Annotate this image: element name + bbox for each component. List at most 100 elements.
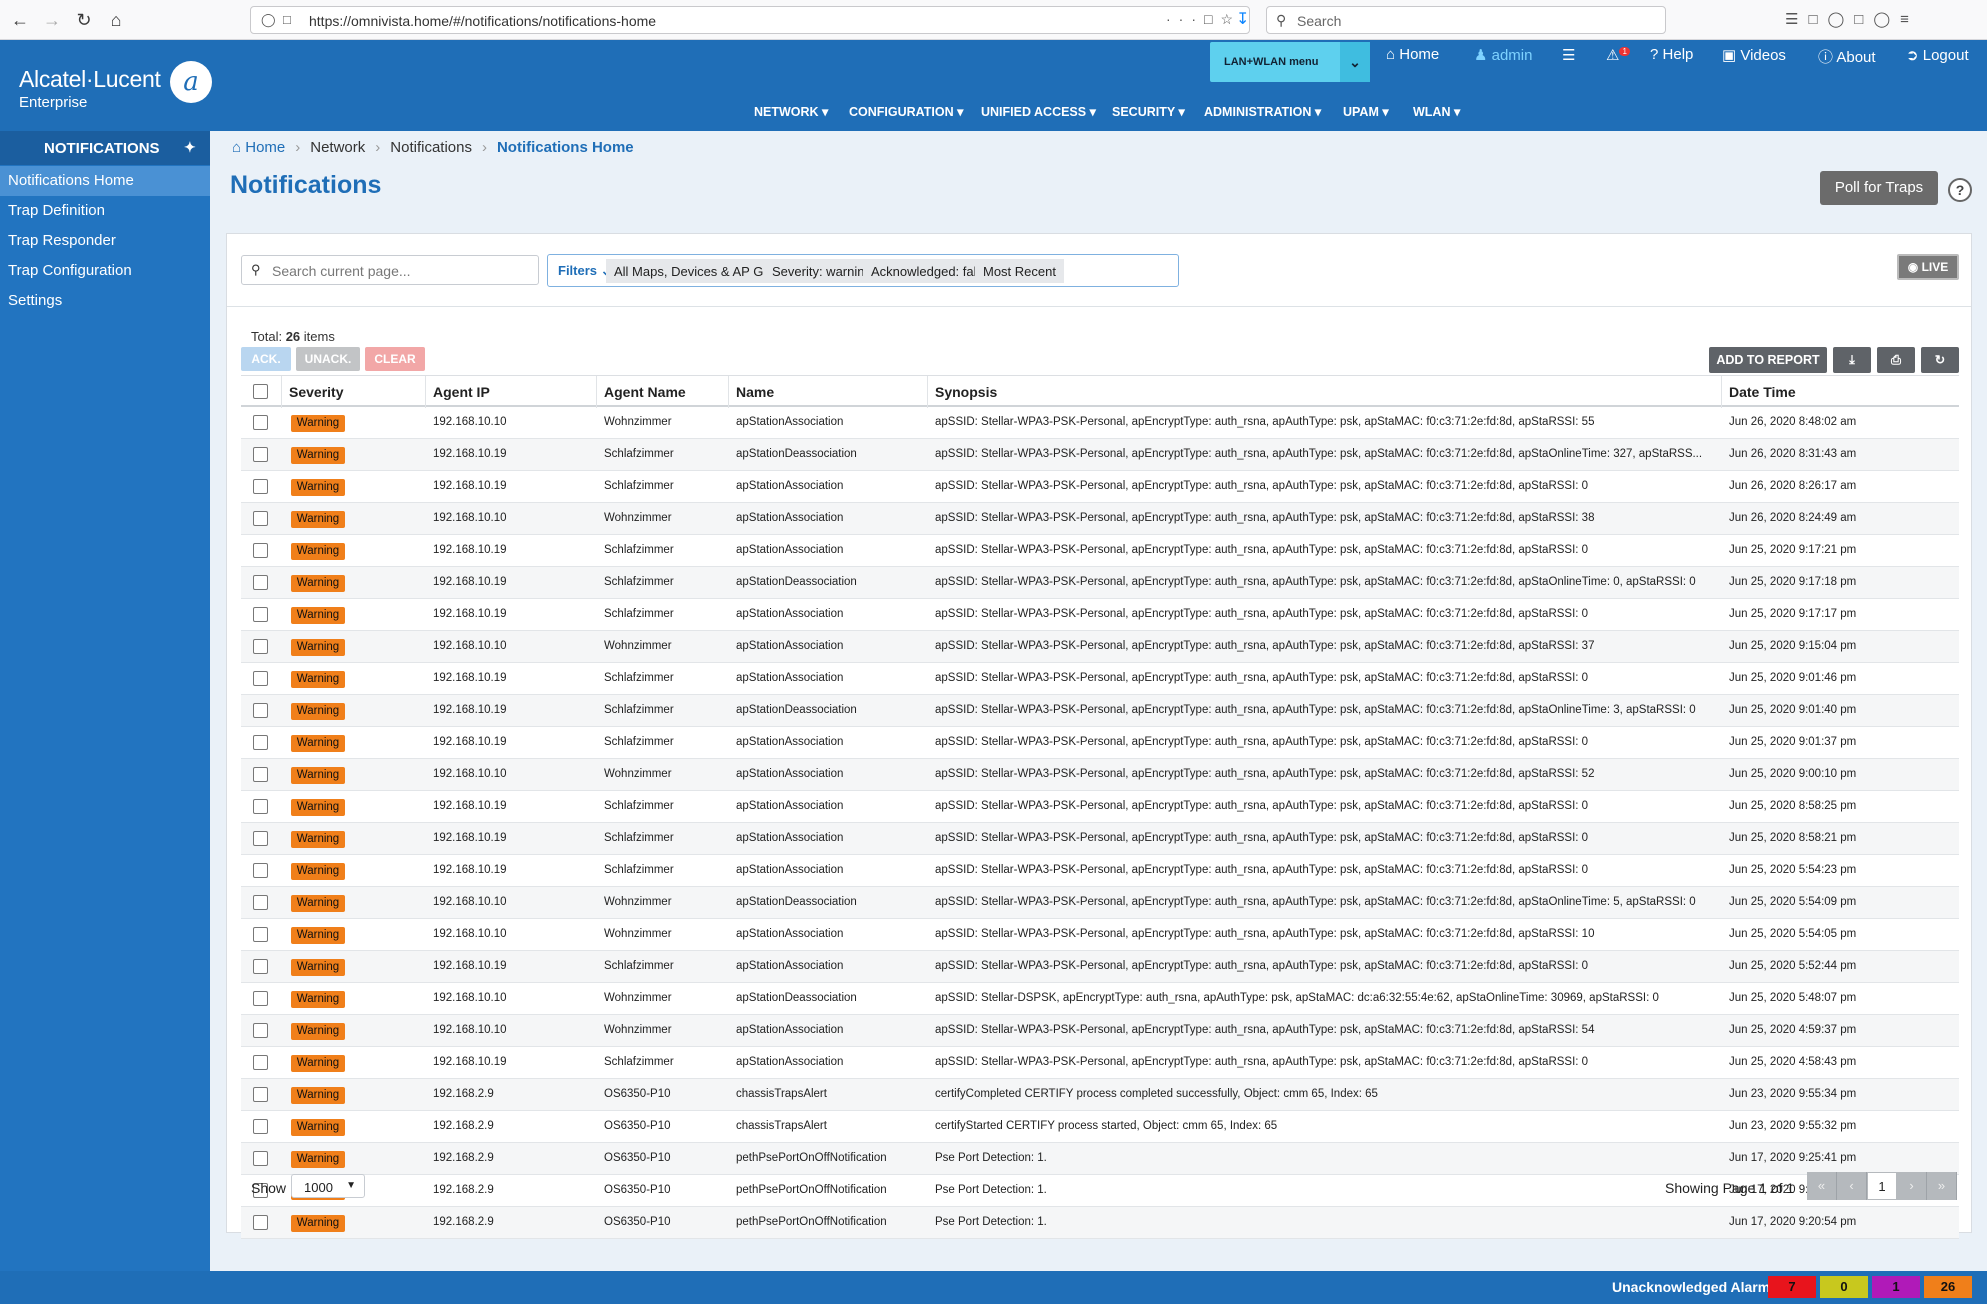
list-icon[interactable]: ☰ [1562,46,1575,64]
filters-bar[interactable]: Filters ⌄ All Maps, Devices & AP Groups … [547,254,1179,287]
row-checkbox[interactable] [253,543,268,558]
menu-configuration[interactable]: CONFIGURATION ▾ [849,104,963,119]
lan-wlan-menu-button[interactable]: LAN+WLAN menu ⌄ [1210,42,1370,82]
column-agent-name[interactable]: Agent Name [604,384,686,400]
first-page-icon[interactable]: « [1807,1172,1837,1200]
row-checkbox[interactable] [253,703,268,718]
videos-link[interactable]: ▣ Videos [1722,46,1786,64]
table-row[interactable]: Warning 192.168.10.10 Wohnzimmer apStationA… [241,919,1959,951]
search-input[interactable]: ⚲ Search current page... [241,255,539,285]
row-checkbox[interactable] [253,1119,268,1134]
table-row[interactable]: Warning 192.168.10.19 Schlafzimmer apStatio… [241,439,1959,471]
row-checkbox[interactable] [253,1055,268,1070]
ack-button[interactable]: ACK. [241,347,291,371]
table-row[interactable]: Warning 192.168.2.9 OS6350-P10 chassisTraps… [241,1079,1959,1111]
home-icon[interactable]: ⌂ [104,8,128,32]
filter-chip-most-recent[interactable]: Most Recent [975,259,1064,283]
prev-page-icon[interactable]: ‹ [1837,1172,1867,1200]
row-checkbox[interactable] [253,1023,268,1038]
breadcrumb-network[interactable]: Network [310,139,365,156]
pin-icon[interactable]: ✦ [184,139,196,156]
back-icon[interactable]: ← [8,8,32,32]
table-row[interactable]: Warning 192.168.10.19 Schlafzimmer apStatio… [241,663,1959,695]
table-row[interactable]: Warning 192.168.10.19 Schlafzimmer apStatio… [241,567,1959,599]
home-link[interactable]: ⌂ Home [1386,46,1439,63]
clear-button[interactable]: CLEAR [365,347,425,371]
row-checkbox[interactable] [253,575,268,590]
row-checkbox[interactable] [253,895,268,910]
table-row[interactable]: Warning 192.168.10.10 Wohnzimmer apStationD… [241,887,1959,919]
menu-security[interactable]: SECURITY ▾ [1112,104,1185,119]
browser-tools-icons[interactable]: ☰□◯□◯≡ [1785,10,1919,28]
table-row[interactable]: Warning 192.168.10.19 Schlafzimmer apStatio… [241,535,1959,567]
table-row[interactable]: Warning 192.168.10.19 Schlafzimmer apStatio… [241,695,1959,727]
table-row[interactable]: Warning 192.168.10.10 Wohnzimmer apStationA… [241,1015,1959,1047]
row-checkbox[interactable] [253,607,268,622]
row-checkbox[interactable] [253,511,268,526]
column-agent-ip[interactable]: Agent IP [433,384,490,400]
row-checkbox[interactable] [253,639,268,654]
table-row[interactable]: Warning 192.168.10.19 Schlafzimmer apStatio… [241,599,1959,631]
row-checkbox[interactable] [253,1215,268,1230]
menu-unified-access[interactable]: UNIFIED ACCESS ▾ [981,104,1096,119]
row-checkbox[interactable] [253,959,268,974]
row-checkbox[interactable] [253,991,268,1006]
row-checkbox[interactable] [253,863,268,878]
table-row[interactable]: Warning 192.168.10.10 Wohnzimmer apStationA… [241,759,1959,791]
table-row[interactable]: Warning 192.168.2.9 OS6350-P10 pethPsePortO… [241,1143,1959,1175]
sidebar-item-notifications-home[interactable]: Notifications Home [0,166,210,196]
alarm-critical-count[interactable]: 7 [1768,1276,1816,1298]
help-icon[interactable]: ? [1948,178,1972,202]
table-row[interactable]: Warning 192.168.10.19 Schlafzimmer apStatio… [241,791,1959,823]
print-icon[interactable]: ⎙ [1877,347,1915,373]
alarm-warning-count[interactable]: 26 [1924,1276,1972,1298]
sidebar-item-trap-responder[interactable]: Trap Responder [0,226,210,256]
column-name[interactable]: Name [736,384,774,400]
row-checkbox[interactable] [253,1151,268,1166]
bell-icon[interactable]: ⚠ 1 [1606,46,1630,64]
row-checkbox[interactable] [253,799,268,814]
about-link[interactable]: ⓘ About [1818,46,1876,67]
row-checkbox[interactable] [253,1087,268,1102]
column-synopsis[interactable]: Synopsis [935,384,997,400]
table-row[interactable]: Warning 192.168.10.19 Schlafzimmer apStatio… [241,951,1959,983]
last-page-icon[interactable]: » [1927,1172,1957,1200]
menu-administration[interactable]: ADMINISTRATION ▾ [1204,104,1321,119]
row-checkbox[interactable] [253,415,268,430]
row-checkbox[interactable] [253,831,268,846]
row-checkbox[interactable] [253,671,268,686]
poll-for-traps-button[interactable]: Poll for Traps [1820,171,1938,205]
select-all-checkbox[interactable] [253,384,268,399]
refresh-icon[interactable]: ↻ [1921,347,1959,373]
menu-upam[interactable]: UPAM ▾ [1343,104,1389,119]
table-row[interactable]: Warning 192.168.10.19 Schlafzimmer apStatio… [241,855,1959,887]
table-row[interactable]: Warning 192.168.10.10 Wohnzimmer apStationA… [241,407,1959,439]
table-row[interactable]: Warning 192.168.2.9 OS6350-P10 chassisTraps… [241,1111,1959,1143]
row-checkbox[interactable] [253,927,268,942]
unack-button[interactable]: UNACK. [296,347,360,371]
browser-search-input[interactable]: ⚲ Search [1266,6,1666,34]
alarm-minor-count[interactable]: 1 [1872,1276,1920,1298]
page-number[interactable]: 1 [1867,1172,1897,1200]
add-to-report-button[interactable]: ADD TO REPORT [1709,347,1827,373]
table-row[interactable]: Warning 192.168.10.10 Wohnzimmer apStationA… [241,631,1959,663]
next-page-icon[interactable]: › [1897,1172,1927,1200]
reload-icon[interactable]: ↻ [72,8,96,32]
row-checkbox[interactable] [253,447,268,462]
forward-icon[interactable]: → [40,8,64,32]
help-link[interactable]: ? Help [1650,46,1693,63]
page-size-select[interactable]: 1000 ▼ [291,1174,365,1198]
breadcrumb-home[interactable]: ⌂ Home [232,139,285,156]
page-actions-icon[interactable]: ···□☆ [1166,11,1241,28]
menu-wlan[interactable]: WLAN ▾ [1413,104,1460,119]
row-checkbox[interactable] [253,479,268,494]
user-link[interactable]: ♟ admin [1474,46,1532,64]
breadcrumb-notifications[interactable]: Notifications [390,139,472,156]
table-row[interactable]: Warning 192.168.10.10 Wohnzimmer apStationD… [241,983,1959,1015]
url-bar[interactable]: ◯ □ https://omnivista.home/#/notificatio… [250,6,1250,34]
column-severity[interactable]: Severity [289,384,343,400]
table-row[interactable]: Warning 192.168.10.10 Wohnzimmer apStationA… [241,503,1959,535]
sidebar-item-trap-definition[interactable]: Trap Definition [0,196,210,226]
table-row[interactable]: Warning 192.168.2.9 OS6350-P10 pethPsePortO… [241,1207,1959,1239]
row-checkbox[interactable] [253,735,268,750]
